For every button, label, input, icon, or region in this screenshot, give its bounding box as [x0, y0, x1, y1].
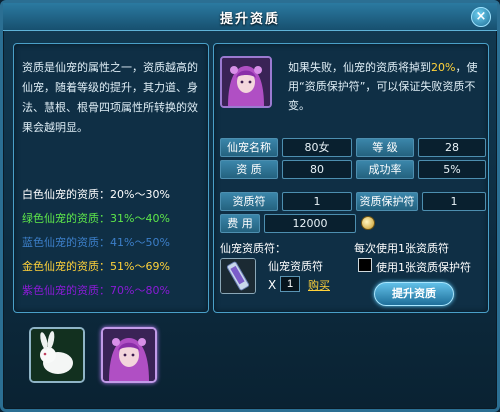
quantity-prefix: X [268, 278, 277, 292]
grade-gold: 金色仙宠的资质：51%～69% [22, 258, 170, 278]
grade-label: 蓝色仙宠的资质： [22, 236, 110, 249]
protect-talisman-value: 1 [422, 192, 486, 211]
success-rate-label: 成功率 [356, 160, 414, 179]
stats-row-2: 资 质 80 成功率 5% [220, 160, 486, 179]
pet-portrait [220, 56, 272, 108]
fail-note-text: 如果失败，仙宠的资质将掉到 [288, 61, 431, 74]
fail-note: 如果失败，仙宠的资质将掉到20%，使用“资质保护符”，可以保证失败资质不变。 [288, 58, 484, 115]
grade-green: 绿色仙宠的资质：31%～40% [22, 210, 170, 230]
grade-range: 31%～40% [110, 212, 170, 225]
level-value: 28 [418, 138, 486, 157]
stats-row-4: 费 用 12000 [220, 214, 486, 233]
level-label: 等 级 [356, 138, 414, 157]
grade-range: 51%～69% [110, 260, 170, 273]
protect-talisman-label: 资质保护符 [356, 192, 418, 211]
cost-value: 12000 [264, 214, 356, 233]
item-section-label: 仙宠资质符： [220, 242, 286, 255]
talisman-item-slot[interactable] [220, 258, 256, 294]
grade-range: 20%～30% [110, 188, 170, 201]
window-title: 提升资质 [219, 12, 280, 27]
grade-label: 紫色仙宠的资质： [22, 284, 110, 297]
buy-link[interactable]: 购买 [308, 277, 330, 293]
upgrade-quality-button[interactable]: 提升资质 [374, 282, 454, 306]
quality-label: 资 质 [220, 160, 278, 179]
quality-value: 80 [282, 160, 352, 179]
pet-slot-rabbit[interactable] [29, 327, 85, 383]
use-protect-checkbox[interactable] [358, 258, 372, 272]
title-bar[interactable]: 提升资质 × [3, 3, 497, 31]
grade-purple: 紫色仙宠的资质：70%～80% [22, 282, 170, 302]
grade-label: 金色仙宠的资质： [22, 260, 110, 273]
pet-slot-fairy[interactable] [101, 327, 157, 383]
pet-name-value: 80女 [282, 138, 352, 157]
talisman-value: 1 [282, 192, 352, 211]
grade-label: 白色仙宠的资质： [22, 188, 110, 201]
fairy-portrait-icon [222, 58, 270, 106]
talisman-scroll-icon [221, 259, 255, 293]
each-use-note: 每次使用1张资质符 [354, 242, 449, 255]
item-name: 仙宠资质符 [268, 260, 323, 273]
close-button[interactable]: × [471, 7, 491, 27]
talisman-label: 资质符 [220, 192, 278, 211]
grade-blue: 蓝色仙宠的资质：41%～50% [22, 234, 170, 254]
coin-icon [361, 216, 375, 230]
quantity-input[interactable] [280, 276, 300, 292]
stats-row-3: 资质符 1 资质保护符 1 [220, 192, 486, 211]
grade-range: 41%～50% [110, 236, 170, 249]
use-protect-label[interactable]: 使用1张资质保护符 [376, 259, 471, 275]
info-panel: 资质是仙宠的属性之一，资质越高的仙宠，随着等级的提升，其力道、身法、慧根、根骨四… [13, 43, 209, 313]
success-rate-value: 5% [418, 160, 486, 179]
cost-label: 费 用 [220, 214, 260, 233]
stats-row-1: 仙宠名称 80女 等 级 28 [220, 138, 486, 157]
fairy-pet-icon [103, 329, 155, 381]
quality-description: 资质是仙宠的属性之一，资质越高的仙宠，随着等级的提升，其力道、身法、慧根、根骨四… [22, 61, 198, 134]
upgrade-quality-window: 提升资质 × 资质是仙宠的属性之一，资质越高的仙宠，随着等级的提升，其力道、身法… [0, 0, 500, 412]
fail-percent: 20% [431, 61, 456, 74]
pet-name-label: 仙宠名称 [220, 138, 278, 157]
grade-label: 绿色仙宠的资质： [22, 212, 110, 225]
upgrade-panel: 如果失败，仙宠的资质将掉到20%，使用“资质保护符”，可以保证失败资质不变。 仙… [213, 43, 489, 313]
grade-range: 70%～80% [110, 284, 170, 297]
rabbit-icon [31, 329, 83, 381]
grade-white: 白色仙宠的资质：20%～30% [22, 186, 170, 206]
